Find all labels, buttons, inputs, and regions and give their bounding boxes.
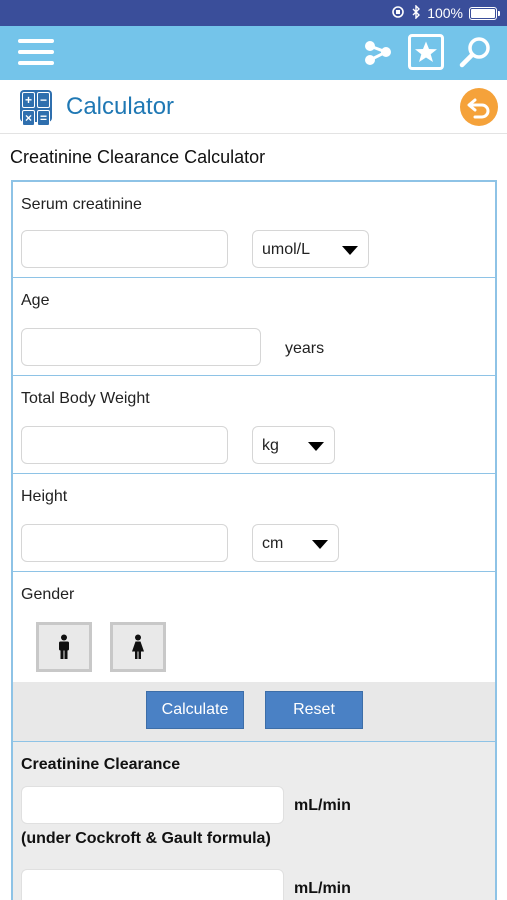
serum-creatinine-input[interactable]: [21, 230, 228, 268]
clearance-result-field: [21, 786, 284, 824]
reset-button[interactable]: Reset: [265, 691, 363, 729]
battery-percent: 100%: [427, 5, 463, 21]
calculator-icon: + − × =: [20, 90, 52, 126]
serum-creatinine-section: Serum creatinine umol/L: [13, 182, 495, 278]
bluetooth-icon: [411, 3, 421, 22]
formula-note: (under Cockroft & Gault formula): [21, 830, 271, 847]
calculate-button[interactable]: Calculate: [146, 691, 244, 729]
weight-unit-value: kg: [262, 437, 279, 454]
title-bar: + − × = Calculator: [0, 80, 507, 134]
gender-label: Gender: [21, 586, 75, 603]
age-unit: years: [285, 340, 325, 357]
height-input[interactable]: [21, 524, 228, 562]
action-bar: Calculate Reset: [13, 682, 495, 742]
weight-unit-select[interactable]: kg: [252, 426, 335, 464]
calculator-form: Serum creatinine umol/L Age years Total …: [11, 180, 497, 900]
battery-icon: [469, 6, 500, 20]
clearance-unit-2: mL/min: [294, 880, 351, 897]
share-icon[interactable]: [362, 36, 394, 68]
serum-creatinine-label: Serum creatinine: [21, 196, 142, 213]
male-icon: [59, 634, 69, 659]
female-button[interactable]: [110, 622, 166, 672]
back-icon[interactable]: [460, 88, 498, 126]
clearance-unit: mL/min: [294, 797, 351, 814]
height-section: Height cm: [13, 474, 495, 572]
page-title: Calculator: [66, 93, 175, 120]
chevron-down-icon: [312, 540, 328, 549]
orientation-lock-icon: [391, 5, 405, 22]
result-heading: Creatinine Clearance: [21, 756, 181, 773]
chevron-down-icon: [308, 442, 324, 451]
menu-icon[interactable]: [18, 35, 54, 69]
female-icon: [132, 634, 144, 659]
bookmark-star-icon[interactable]: [408, 34, 444, 70]
app-bar: [0, 26, 507, 80]
weight-label: Total Body Weight: [21, 390, 150, 407]
result-section: Creatinine Clearance mL/min (under Cockr…: [13, 742, 495, 900]
age-label: Age: [21, 292, 50, 309]
serum-creatinine-unit-select[interactable]: umol/L: [252, 230, 369, 268]
age-input[interactable]: [21, 328, 261, 366]
chevron-down-icon: [342, 246, 358, 255]
calculator-heading: Creatinine Clearance Calculator: [10, 147, 266, 167]
serum-creatinine-unit-value: umol/L: [262, 241, 311, 258]
age-section: Age years: [13, 278, 495, 376]
weight-section: Total Body Weight kg: [13, 376, 495, 474]
weight-input[interactable]: [21, 426, 228, 464]
height-label: Height: [21, 488, 68, 505]
search-icon[interactable]: [458, 35, 492, 69]
height-unit-select[interactable]: cm: [252, 524, 339, 562]
status-bar: 100%: [0, 0, 507, 26]
male-button[interactable]: [36, 622, 92, 672]
height-unit-value: cm: [262, 535, 284, 552]
clearance-result-field-2: [21, 869, 284, 900]
